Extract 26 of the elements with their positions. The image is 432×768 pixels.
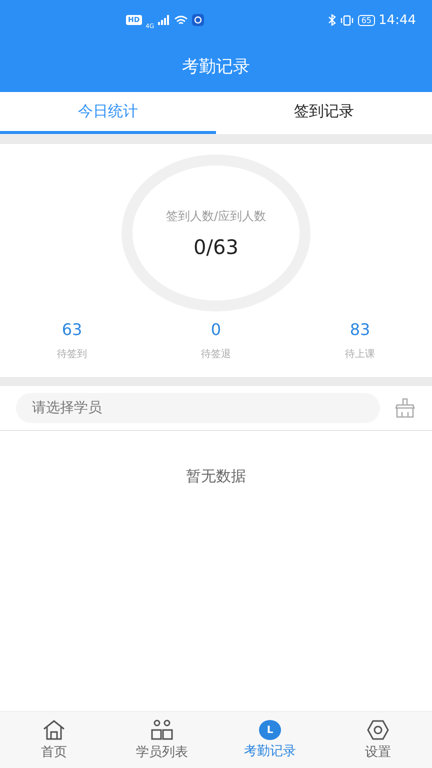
badge-icon: L [259, 720, 281, 740]
people-icon [150, 719, 174, 741]
nav-tab[interactable]: L 考勤记录 [216, 712, 324, 768]
stat-value: 63 [62, 320, 82, 339]
nav-tab[interactable]: 设置 [324, 712, 432, 768]
stat-label: 待签退 [201, 348, 231, 361]
page-title: 考勤记录 [182, 56, 250, 78]
bluetooth-icon [328, 14, 336, 26]
wifi-icon [174, 14, 188, 26]
stat-value: 0 [210, 320, 222, 339]
nav-tab[interactable]: 学员列表 [108, 712, 216, 768]
ring-value: 0/63 [194, 234, 238, 258]
stat-value: 83 [350, 320, 370, 339]
stat-label: 待签到 [57, 348, 87, 361]
battery-icon: 65 [358, 14, 375, 26]
empty-message: 暂无数据 [186, 467, 246, 487]
home-icon [42, 719, 66, 741]
clock-time: 14:44 [378, 12, 416, 28]
settings-icon [366, 719, 390, 741]
vibrate-icon [340, 14, 354, 26]
student-select-field[interactable]: 请选择学员 [16, 393, 380, 423]
stat-label: 待上课 [345, 348, 375, 361]
nav-tab[interactable]: 首页 [0, 712, 108, 768]
ring-caption: 签到人数/应到人数 [166, 208, 266, 224]
broom-icon[interactable] [394, 398, 416, 418]
signal-icon [158, 15, 170, 25]
